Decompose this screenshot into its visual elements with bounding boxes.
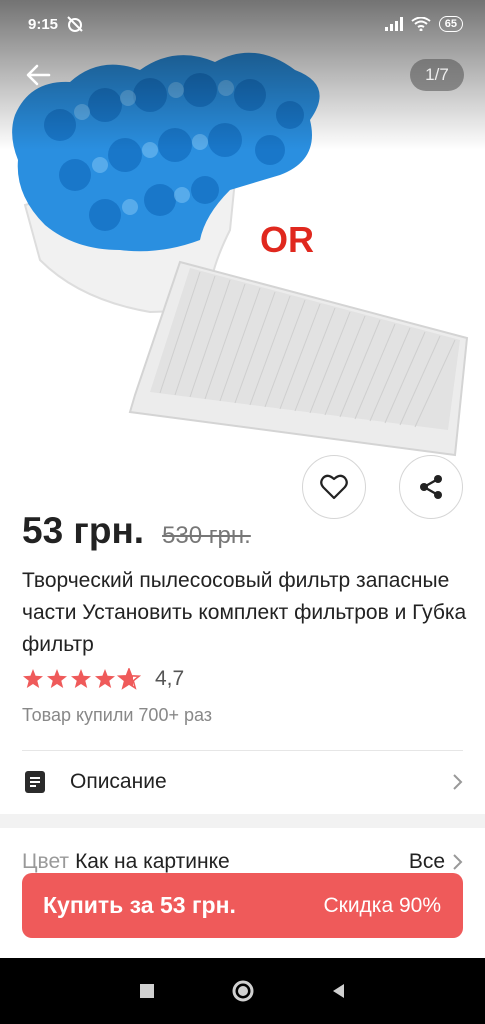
nav-triangle-icon[interactable] xyxy=(330,982,348,1000)
chevron-right-icon xyxy=(453,774,463,790)
old-price: 530 грн. xyxy=(162,522,251,549)
color-label: Цвет xyxy=(22,850,70,873)
rating-value: 4,7 xyxy=(155,667,185,690)
all-options-label: Все xyxy=(408,850,445,873)
chevron-right-icon xyxy=(453,854,463,870)
status-time: 9:15 xyxy=(28,15,59,33)
system-nav-bar xyxy=(0,958,485,1024)
battery-indicator: 65 xyxy=(438,16,463,32)
star-icon xyxy=(23,668,142,690)
sold-count: Товар купили 700+ раз xyxy=(22,705,213,725)
wifi-icon xyxy=(411,17,431,31)
section-gap xyxy=(0,814,485,828)
product-title: Творческий пылесосовый фильтр запасные ч… xyxy=(22,569,467,656)
or-label: OR xyxy=(260,219,314,260)
back-button[interactable] xyxy=(18,58,58,92)
discount-label: Скидка 90% xyxy=(323,893,441,917)
description-label: Описание xyxy=(70,770,167,793)
favorite-button[interactable] xyxy=(302,455,366,519)
current-price: 53 грн. xyxy=(22,510,145,551)
alarm-off-icon xyxy=(67,16,83,32)
nav-square-icon[interactable] xyxy=(138,982,156,1000)
rating-row[interactable]: 4,7 xyxy=(22,667,184,691)
star-rating xyxy=(23,668,142,690)
heart-icon xyxy=(320,474,348,500)
buy-button[interactable]: Купить за 53 грн. Скидка 90% xyxy=(22,873,463,938)
share-icon xyxy=(420,475,442,499)
description-row[interactable]: Описание xyxy=(0,752,485,812)
signal-icon xyxy=(384,17,403,31)
image-counter: 1/7 xyxy=(410,59,464,91)
document-icon xyxy=(25,771,45,793)
color-value: Как на картинке xyxy=(75,850,230,873)
status-bar: 9:15 65 xyxy=(0,0,485,48)
back-arrow-icon xyxy=(26,64,51,86)
price-row: 53 грн. 530 грн. xyxy=(22,510,251,552)
buy-label: Купить за 53 грн. xyxy=(43,892,236,918)
nav-circle-icon[interactable] xyxy=(231,979,255,1003)
divider xyxy=(22,750,463,751)
share-button[interactable] xyxy=(399,455,463,519)
